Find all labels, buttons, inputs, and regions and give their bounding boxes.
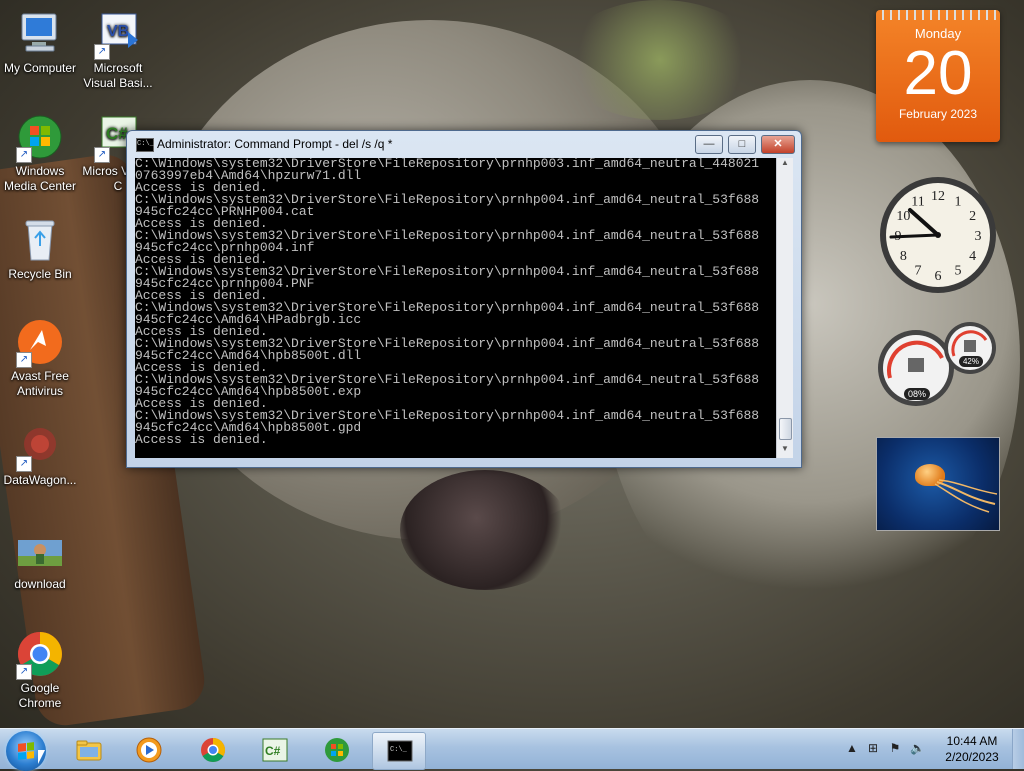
image-file-icon [16,526,64,574]
desktop-icon-label: Windows Media Center [3,164,77,193]
shortcut-arrow-icon: ↗ [16,147,32,163]
clock-minute-hand [889,233,940,239]
desktop-icon-download[interactable]: download [0,526,80,592]
taskbar-app-command-prompt[interactable]: C:\_ [372,732,426,770]
desktop-icon-label: Avast Free Antivirus [11,369,69,398]
clock-gadget[interactable]: 121234567891011 [878,175,998,295]
calendar-day-number: 20 [903,39,973,108]
desktop-icon-visual-basic[interactable]: VB ↗ Microsoft Visual Basi... [78,10,158,91]
clock-numeral: 8 [900,249,907,264]
slideshow-gadget[interactable] [876,437,1000,531]
clock-numeral: 3 [975,229,982,244]
clock-face: 121234567891011 [880,177,996,293]
cpu-meter-gadget[interactable]: 08% 42% [876,318,1000,408]
desktop-icon-label: Google Chrome [18,681,62,710]
folder-icon [76,740,102,761]
clock-numeral: 5 [955,264,962,279]
taskbar-time: 10:44 AM [946,734,998,748]
maximize-button[interactable]: □ [728,135,756,154]
datawagon-icon: ↗ [16,422,64,472]
jellyfish-tentacles [934,479,998,513]
clock-numeral: 1 [955,194,962,209]
window-titlebar[interactable]: C:\_ Administrator: Command Prompt - del… [127,131,801,157]
command-prompt-window[interactable]: C:\_ Administrator: Command Prompt - del… [126,130,802,468]
shortcut-arrow-icon: ↗ [16,664,32,680]
console-line: Access is denied. [135,432,268,447]
scroll-up-arrow-icon[interactable]: ▲ [777,158,793,172]
taskbar-app-media-player[interactable] [122,732,174,768]
clock-numeral: 10 [896,209,910,224]
desktop-icon-label: DataWagon... [3,473,77,487]
desktop-icon-my-computer[interactable]: My Computer [0,10,80,76]
svg-text:C:\_: C:\_ [390,746,408,754]
minimize-button[interactable]: — [695,135,723,154]
taskbar-app-media-center[interactable] [310,732,362,768]
shortcut-arrow-icon: ↗ [94,44,110,60]
windows-logo-icon [18,742,34,760]
action-center-flag-icon[interactable]: ⚑ [888,741,902,755]
desktop-icon-datawagon[interactable]: ↗ DataWagon... [0,422,80,488]
window-title: Administrator: Command Prompt - del /s /… [157,137,393,151]
visual-csharp-icon: C# [262,738,288,762]
desktop-icon-avast[interactable]: ↗ Avast Free Antivirus [0,318,80,399]
calendar-month-year: February 2023 [898,107,978,121]
wallpaper-leaves [560,0,760,120]
desktop-icon-label: My Computer [3,61,77,75]
desktop-icon-label: download [14,577,66,591]
volume-icon[interactable]: 🔈 [910,741,925,755]
clock-numeral: 2 [969,209,976,224]
scroll-down-arrow-icon[interactable]: ▼ [777,444,793,458]
media-player-icon [136,737,162,763]
chrome-icon [201,738,226,763]
recycle-bin-icon [16,216,64,264]
desktop-icon-google-chrome[interactable]: ↗ Google Chrome [0,630,80,711]
desktop-icon-recycle-bin[interactable]: Recycle Bin [0,216,80,282]
shortcut-arrow-icon: ↗ [16,352,32,368]
svg-text:C#: C# [265,744,281,758]
clock-numeral: 4 [969,249,976,264]
cpu-usage-value: 08% [904,388,930,400]
command-prompt-icon: C:\_ [387,740,413,762]
console-output[interactable]: C:\Windows\system32\DriverStore\FileRepo… [135,158,777,458]
desktop-icon-label: Recycle Bin [8,267,72,281]
command-prompt-icon: C:\_ [136,138,154,152]
close-button[interactable]: ✕ [761,135,795,154]
svg-text:VB: VB [107,23,129,40]
computer-icon [16,10,64,58]
desktop-icon-label: Microsoft Visual Basi... [83,61,153,90]
taskbar-app-explorer[interactable] [62,732,114,768]
clock-numeral: 11 [911,194,924,209]
visual-basic-icon: VB ↗ [94,10,142,60]
wallpaper-koala-nose [400,470,570,590]
calendar-gadget[interactable]: Monday 20 February 2023 [876,10,1000,142]
avast-icon: ↗ [16,318,64,368]
taskbar-date: 2/20/2023 [945,750,999,764]
show-desktop-button[interactable] [1012,729,1024,769]
memory-usage-value: 42% [959,356,983,367]
taskbar-clock[interactable]: 10:44 AM 2/20/2023 [935,733,1009,765]
svg-text:C#: C# [106,124,128,143]
calendar-rings [876,10,1000,20]
taskbar-app-chrome[interactable] [186,732,238,768]
scrollbar-thumb[interactable] [779,418,792,440]
windows-media-center-icon [325,738,349,762]
taskbar: C# C:\_ ▲ ⊞ ⚑ 🔈 10:44 AM 2/20/2023 [0,728,1024,771]
clock-numeral: 7 [915,264,922,279]
shortcut-arrow-icon: ↗ [94,147,110,163]
clock-numeral: 6 [935,269,942,284]
vertical-scrollbar[interactable]: ▲ ▼ [776,158,793,458]
chrome-icon: ↗ [16,630,64,680]
shortcut-arrow-icon: ↗ [16,456,32,472]
desktop-icon-windows-media-center[interactable]: ↗ Windows Media Center [0,113,80,194]
network-icon[interactable]: ⊞ [866,741,880,755]
taskbar-app-visual-csharp[interactable]: C# [248,732,300,768]
windows-media-center-icon: ↗ [16,113,64,163]
mouse-cursor-icon [38,750,45,764]
show-hidden-icons-icon[interactable]: ▲ [845,741,859,755]
clock-numeral: 12 [931,189,945,204]
